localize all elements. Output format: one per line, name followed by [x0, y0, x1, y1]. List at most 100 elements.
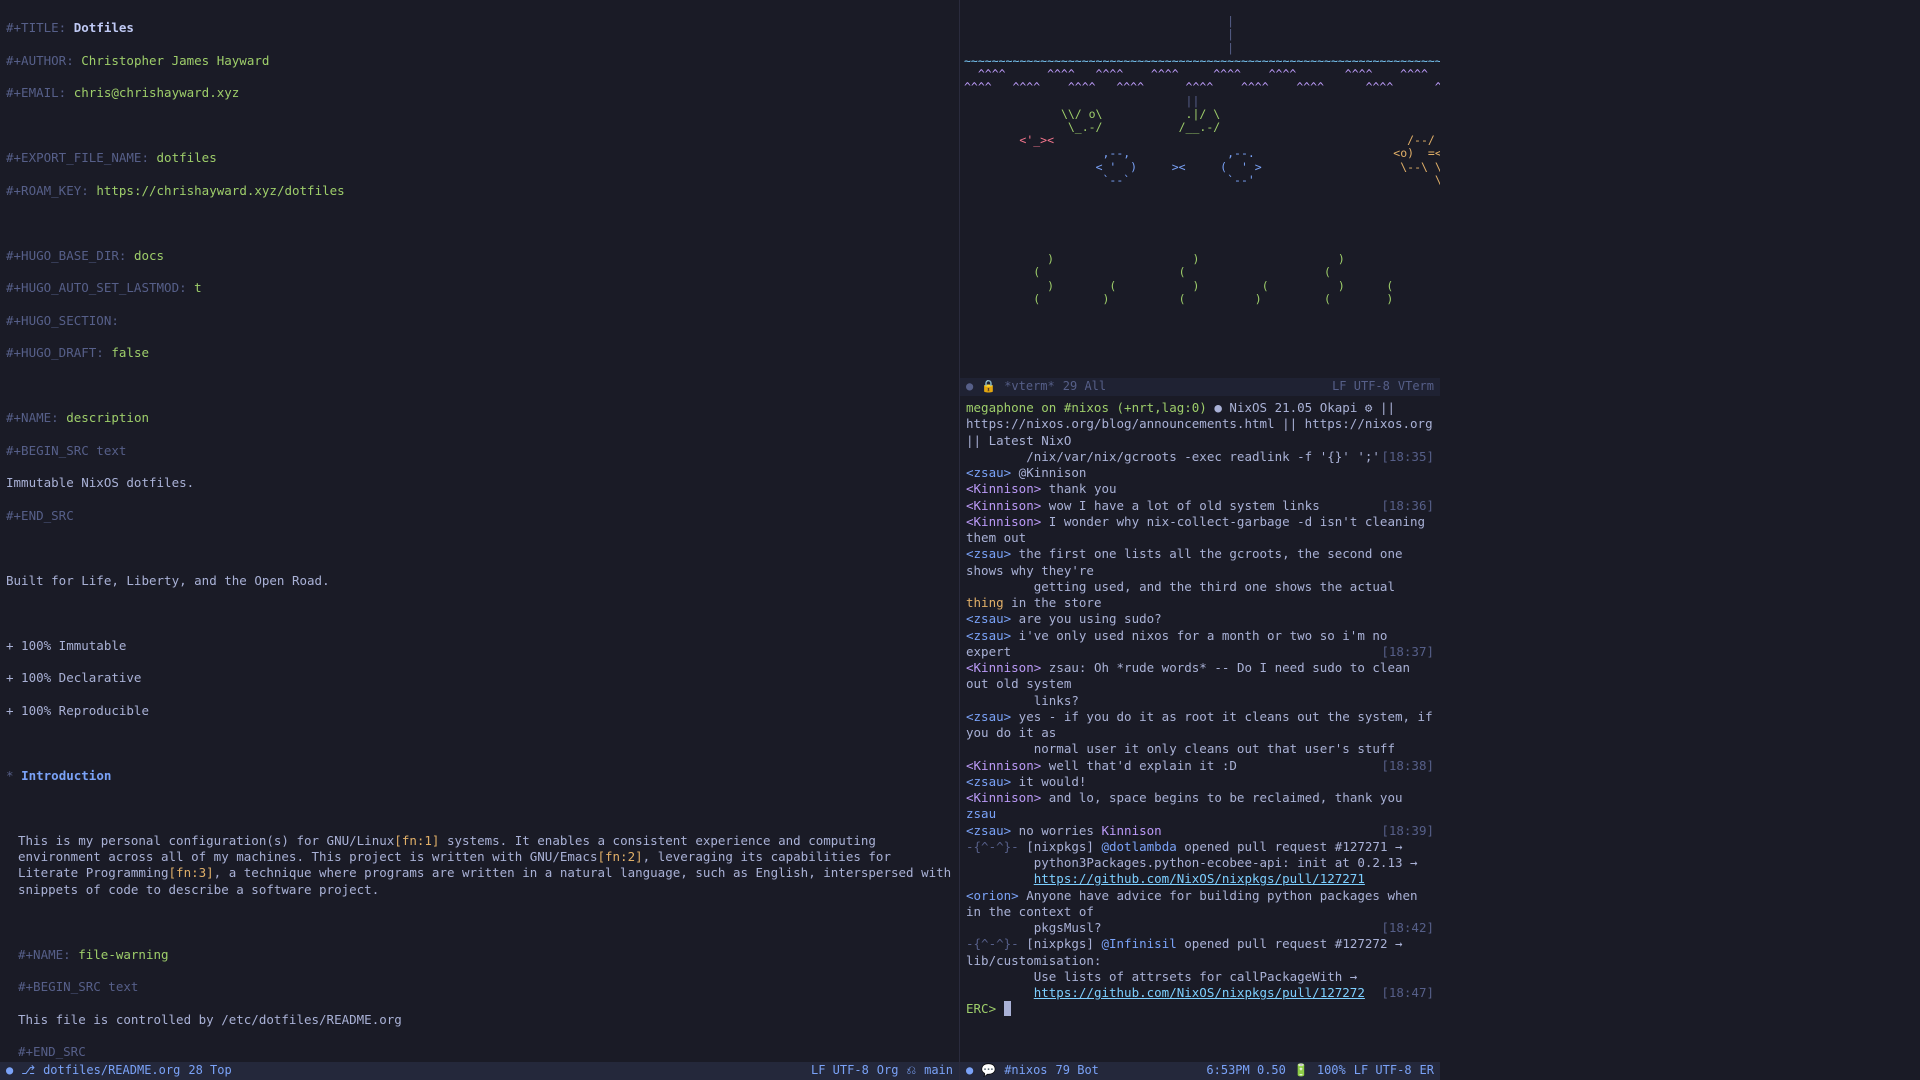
nick-kinnison[interactable]: <Kinnison> — [966, 758, 1041, 773]
nick-kinnison[interactable]: <Kinnison> — [966, 790, 1041, 805]
nick-zsau[interactable]: <zsau> — [966, 546, 1011, 561]
msg-9b: normal user it only cleans out that user… — [966, 741, 1395, 756]
begin-src-text: #+BEGIN_SRC text — [6, 443, 126, 458]
kw-roam: #+ROAM_KEY: — [6, 183, 89, 198]
nick-kinnison[interactable]: <Kinnison> — [966, 660, 1041, 675]
end-src-2: #+END_SRC — [18, 1044, 86, 1059]
msg-14b: @dotlambda — [1101, 839, 1176, 854]
modeline-vterm: ● 🔒 *vterm* 29 All LF UTF-8 VTerm — [960, 378, 1440, 396]
heading-intro[interactable]: Introduction — [21, 768, 111, 783]
msg-1: @Kinnison — [1011, 465, 1086, 480]
org-content[interactable]: #+TITLE: Dotfiles #+AUTHOR: Christopher … — [0, 0, 959, 1080]
kw-hugo4: #+HUGO_DRAFT: — [6, 345, 104, 360]
doc-title: Dotfiles — [74, 20, 134, 35]
fn3[interactable]: [fn:3] — [169, 865, 214, 880]
ts-1835: [18:35] — [1381, 449, 1434, 465]
major-mode[interactable]: ER — [1420, 1063, 1434, 1079]
nick-bot[interactable]: -{^-^}- — [966, 936, 1019, 951]
doc-author: Christopher James Hayward — [81, 53, 269, 68]
msg-12b: zsau — [966, 806, 996, 821]
buffer-name[interactable]: *vterm* — [1004, 379, 1055, 395]
kw-export: #+EXPORT_FILE_NAME: — [6, 150, 149, 165]
kw-name2: #+NAME: — [18, 947, 71, 962]
nick-zsau[interactable]: <zsau> — [966, 628, 1011, 643]
nick-zsau[interactable]: <zsau> — [966, 465, 1011, 480]
val-hugo2: t — [194, 280, 202, 295]
ts-1836: [18:36] — [1381, 498, 1434, 514]
warn-text: This file is controlled by /etc/dotfiles… — [18, 1012, 402, 1027]
ts-1837: [18:37] — [1381, 644, 1434, 660]
val-roam: https://chrishayward.xyz/dotfiles — [96, 183, 344, 198]
ts-1838: [18:38] — [1381, 758, 1434, 774]
nick-kinnison[interactable]: <Kinnison> — [966, 514, 1041, 529]
intro-a: This is my personal configuration(s) for… — [18, 833, 394, 848]
battery-pct: 100% — [1317, 1063, 1346, 1079]
msg-3: wow I have a lot of old system links — [1041, 498, 1319, 513]
msg-15b: pkgsMusl? — [966, 920, 1101, 935]
erc-prompt: ERC> — [966, 1001, 1004, 1016]
major-mode[interactable]: VTerm — [1398, 379, 1434, 395]
nick-bot[interactable]: -{^-^}- — [966, 839, 1019, 854]
topic-c: NixOS 21.05 Okapi — [1229, 400, 1364, 415]
msg-10: well that'd explain it :D — [1041, 758, 1237, 773]
vc-branch[interactable]: main — [924, 1063, 953, 1079]
clock: 6:53PM 0.50 — [1206, 1063, 1285, 1079]
begin-src-text-2: #+BEGIN_SRC text — [18, 979, 138, 994]
pr-link-127271[interactable]: https://github.com/NixOS/nixpkgs/pull/12… — [1034, 871, 1365, 886]
msg-5d: in the store — [1004, 595, 1102, 610]
nick-zsau[interactable]: <zsau> — [966, 774, 1011, 789]
end-src-1: #+END_SRC — [6, 508, 74, 523]
kw-title: #+TITLE: — [6, 20, 66, 35]
ts-1842: [18:42] — [1381, 920, 1434, 936]
buffer-name[interactable]: #nixos — [1004, 1063, 1047, 1079]
msg-8c: links? — [966, 693, 1079, 708]
kw-hugo2: #+HUGO_AUTO_SET_LASTMOD: — [6, 280, 187, 295]
kw-hugo3: #+HUGO_SECTION: — [6, 313, 119, 328]
val-hugo1: docs — [134, 248, 164, 263]
fn2[interactable]: [fn:2] — [597, 849, 642, 864]
git-branch-icon: ⎇ — [21, 1063, 35, 1079]
nick-kinnison[interactable]: <Kinnison> — [966, 481, 1041, 496]
nick-orion[interactable]: <orion> — [966, 888, 1019, 903]
nick-zsau[interactable]: <zsau> — [966, 709, 1011, 724]
encoding: LF UTF-8 — [811, 1063, 869, 1079]
fn1[interactable]: [fn:1] — [394, 833, 439, 848]
msg-14a: [nixpkgs] — [1019, 839, 1102, 854]
topic-dot-icon: ● — [1214, 400, 1229, 415]
msg-7: i've only used nixos for a month or two … — [966, 628, 1395, 659]
nick-kinnison[interactable]: <Kinnison> — [966, 498, 1041, 513]
kw-name1: #+NAME: — [6, 410, 59, 425]
msg-8a: zsau: — [1041, 660, 1094, 675]
major-mode[interactable]: Org — [877, 1063, 899, 1079]
vterm-content[interactable]: | | | ~~~~~~~~~~~~~~~~~~~~~~~~~~~~~~~~~~… — [960, 0, 1440, 321]
vc-icon: ⎌ — [906, 1063, 916, 1079]
battery-icon: 🔋 — [1294, 1063, 1309, 1079]
msg-16b: @Infinisil — [1101, 936, 1176, 951]
star-icon: * — [6, 768, 14, 783]
right-column: | | | ~~~~~~~~~~~~~~~~~~~~~~~~~~~~~~~~~~… — [960, 0, 1920, 1080]
dot-icon: ● — [6, 1063, 13, 1079]
encoding: LF UTF-8 — [1354, 1063, 1412, 1079]
cursor[interactable] — [1004, 1001, 1012, 1016]
nick-zsau[interactable]: <zsau> — [966, 823, 1011, 838]
pr-link-127272[interactable]: https://github.com/NixOS/nixpkgs/pull/12… — [1034, 985, 1365, 1000]
buffer-position: 28 Top — [188, 1063, 231, 1079]
org-buffer-pane: #+TITLE: Dotfiles #+AUTHOR: Christopher … — [0, 0, 960, 1080]
modeline-org: ● ⎇ dotfiles/README.org 28 Top LF UTF-8 … — [0, 1062, 959, 1080]
msg-5b: getting used, and the third one shows th… — [966, 579, 1403, 594]
ts-1847: [18:47] — [1381, 985, 1434, 1001]
msg-16a: [nixpkgs] — [1019, 936, 1102, 951]
erc-content[interactable]: megaphone on #nixos (+nrt,lag:0) ● NixOS… — [960, 396, 1440, 1022]
nick-zsau[interactable]: <zsau> — [966, 611, 1011, 626]
msg-2: thank you — [1041, 481, 1116, 496]
dot-icon: ● — [966, 1063, 973, 1079]
kw-author: #+AUTHOR: — [6, 53, 74, 68]
topic-gear-icon: ⚙ — [1365, 400, 1380, 415]
buffer-name[interactable]: dotfiles/README.org — [43, 1063, 180, 1079]
ts-1839: [18:39] — [1381, 823, 1434, 839]
val-hugo4: false — [111, 345, 149, 360]
msg-13a: no worries — [1011, 823, 1101, 838]
desc-text: Immutable NixOS dotfiles. — [6, 475, 194, 490]
kw-hugo1: #+HUGO_BASE_DIR: — [6, 248, 126, 263]
encoding: LF UTF-8 — [1332, 379, 1390, 395]
